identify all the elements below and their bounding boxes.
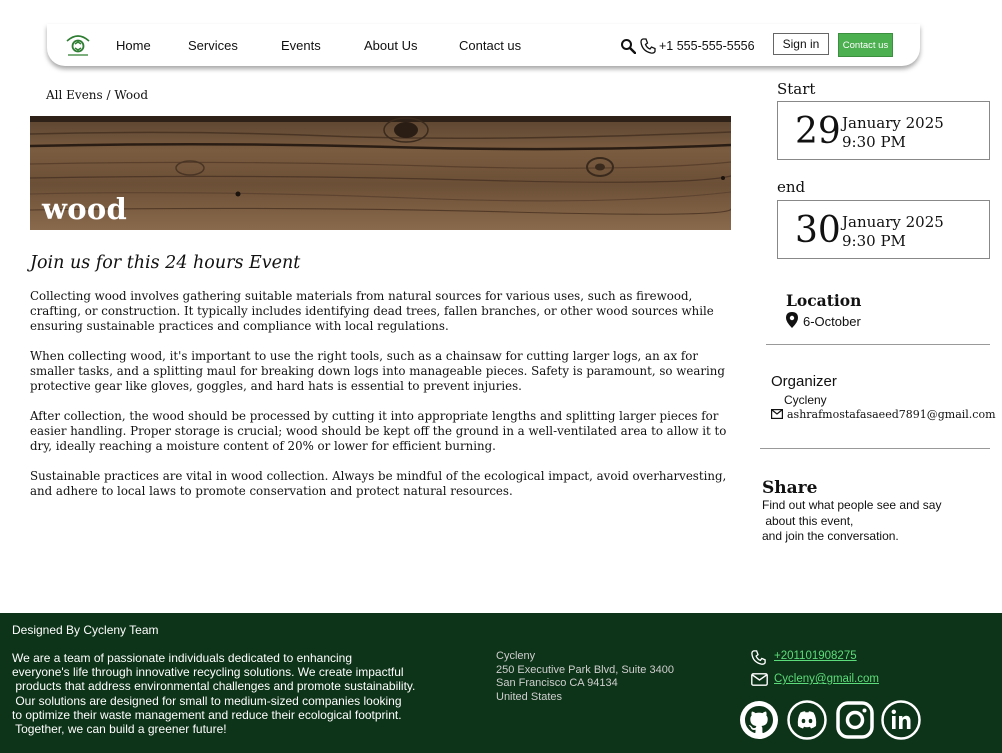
top-navbar: Home Services Events About Us Contact us… (47, 24, 920, 66)
end-day: 30 (795, 210, 841, 251)
event-paragraph-1: Collecting wood involves gathering suita… (30, 289, 714, 333)
contact-us-button[interactable]: Contact us (838, 33, 893, 57)
end-time: 9:30 PM (842, 232, 906, 250)
footer-email-link[interactable]: Cycleny@gmail.com (774, 673, 879, 685)
end-date-box: 30 January 2025 9:30 PM (777, 200, 990, 259)
location-divider (766, 344, 990, 345)
breadcrumb-separator: / (102, 88, 115, 102)
start-label: Start (777, 80, 816, 98)
footer-phone-link[interactable]: +201101908275 (774, 650, 857, 662)
event-paragraph-2: When collecting wood, it's important to … (30, 349, 725, 393)
end-month-year: January 2025 (842, 213, 944, 231)
breadcrumb: All Evens / Wood (46, 88, 148, 102)
location-title: Location (786, 291, 862, 310)
linkedin-icon[interactable] (881, 700, 921, 740)
footer-address: Cycleny 250 Executive Park Blvd, Suite 3… (496, 650, 674, 703)
map-pin-icon (786, 312, 798, 328)
breadcrumb-all-events[interactable]: All Evens (46, 88, 103, 102)
nav-contact-us[interactable]: Contact us (459, 38, 521, 53)
nav-about-us[interactable]: About Us (364, 38, 417, 53)
event-paragraph-3: After collection, the wood should be pro… (30, 409, 727, 453)
organizer-email[interactable]: ashrafmostafasaeed7891@gmail.com (787, 408, 996, 421)
logo-icon[interactable] (64, 33, 92, 59)
footer-team: Designed By Cycleny Team (12, 623, 159, 637)
location-value: 6-October (803, 314, 861, 329)
share-text: Find out what people see and say about t… (762, 498, 942, 543)
start-month-year: January 2025 (842, 114, 944, 132)
search-icon[interactable] (620, 38, 636, 54)
nav-phone-number: +1 555-555-5556 (659, 39, 755, 53)
breadcrumb-current: Wood (114, 88, 149, 102)
footer-about: We are a team of passionate individuals … (12, 651, 416, 737)
wood-texture-image (30, 116, 731, 230)
phone-icon (640, 38, 656, 54)
start-time: 9:30 PM (842, 133, 906, 151)
nav-services[interactable]: Services (188, 38, 238, 53)
event-paragraph-4: Sustainable practices are vital in wood … (30, 469, 727, 498)
mail-icon (771, 409, 783, 419)
footer: Designed By Cycleny Team We are a team o… (0, 613, 1002, 753)
start-date-box: 29 January 2025 9:30 PM (777, 101, 990, 160)
instagram-icon[interactable] (836, 701, 874, 739)
start-day: 29 (795, 111, 841, 152)
end-month: January 2025 9:30 PM (842, 213, 944, 251)
phone-icon (751, 650, 766, 665)
organizer-name: Cycleny (784, 393, 827, 407)
end-label: end (777, 178, 806, 196)
sign-in-button[interactable]: Sign in (773, 33, 829, 55)
nav-events[interactable]: Events (281, 38, 321, 53)
share-title: Share (762, 478, 818, 498)
organizer-divider (760, 448, 990, 449)
banner-title: wood (42, 192, 128, 226)
start-month: January 2025 9:30 PM (842, 114, 944, 152)
github-icon[interactable] (739, 700, 779, 740)
nav-home[interactable]: Home (116, 38, 151, 53)
discord-icon[interactable] (786, 700, 828, 740)
event-banner: wood (30, 116, 731, 230)
mail-icon (751, 673, 768, 686)
event-heading: Join us for this 24 hours Event (30, 253, 301, 273)
organizer-title: Organizer (771, 373, 837, 390)
